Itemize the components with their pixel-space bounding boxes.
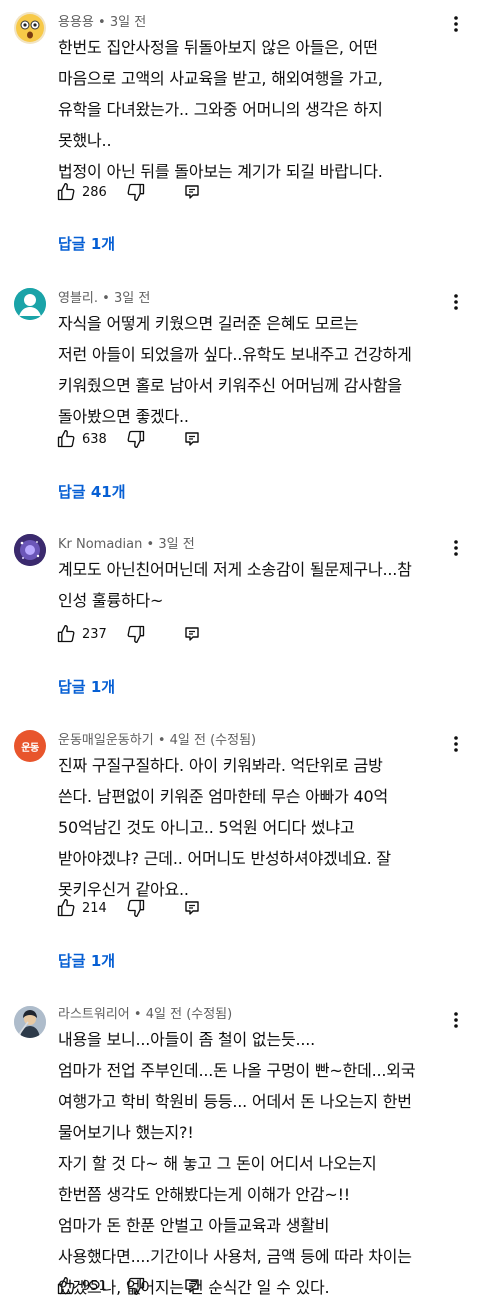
like-button[interactable]: 951 xyxy=(56,1276,120,1296)
thumbs-down-icon xyxy=(127,183,145,201)
comment-meta: 라스트워리어 • 4일 전 (수정됨) xyxy=(58,1006,232,1024)
galaxy-icon xyxy=(14,534,46,566)
comment-actions: 214 xyxy=(56,896,200,920)
timestamp: 4일 전 xyxy=(145,1007,183,1022)
like-count: 638 xyxy=(82,431,107,447)
thumbs-down-icon xyxy=(127,899,145,917)
like-button[interactable]: 214 xyxy=(56,898,120,918)
comment-actions: 286 xyxy=(56,180,200,204)
view-replies-link[interactable]: 답글 1개 xyxy=(58,234,115,254)
like-button[interactable]: 638 xyxy=(56,429,120,449)
comment-actions: 638 xyxy=(56,427,200,451)
reply-comment-icon xyxy=(185,901,199,915)
thumbs-down-icon xyxy=(127,430,145,448)
comment-meta: 운동매일운동하기 • 4일 전 (수정됨) xyxy=(58,732,256,750)
thumbs-down-icon xyxy=(127,1277,145,1295)
comment-text: 진짜 구질구질하다. 아이 키워봐라. 억단위로 금방 쓴다. 남편없이 키워준… xyxy=(58,756,391,899)
thumbs-up-icon xyxy=(57,430,75,448)
reply-comment-icon xyxy=(185,627,199,641)
like-count: 951 xyxy=(82,1278,107,1294)
separator: • xyxy=(157,733,170,748)
avatar-surprised-emoji-icon[interactable] xyxy=(14,12,46,44)
author-name[interactable]: 영블리. xyxy=(58,291,98,306)
comment-4: 운동 운동매일운동하기 • 4일 전 (수정됨) 진짜 구질구질하다. 아이 키… xyxy=(0,720,480,980)
comment-actions: 951 xyxy=(56,1274,200,1298)
reply-comment-icon xyxy=(185,432,199,446)
timestamp: 3일 전 xyxy=(158,537,195,552)
like-count: 237 xyxy=(82,626,107,642)
reply-button[interactable] xyxy=(184,626,200,642)
thumbs-down-icon xyxy=(127,625,145,643)
timestamp: 3일 전 xyxy=(109,15,147,30)
comment-1: 용용용 • 3일 전 한번도 집안사정을 뒤돌아보지 않은 아들은, 어떤 마음… xyxy=(0,0,480,270)
author-name[interactable]: 라스트워리어 xyxy=(58,1007,130,1022)
more-vertical-icon xyxy=(454,16,458,32)
separator: • xyxy=(98,15,110,30)
thumbs-up-icon xyxy=(57,899,75,917)
comment-meta: 용용용 • 3일 전 xyxy=(58,14,146,32)
reply-button[interactable] xyxy=(184,184,200,200)
like-count: 214 xyxy=(82,900,107,916)
comment-text: 내용을 보니...아들이 좀 철이 없는듯.... 엄마가 전업 주부인데...… xyxy=(58,1030,416,1297)
dislike-button[interactable] xyxy=(126,429,146,449)
dislike-button[interactable] xyxy=(126,182,146,202)
avatar-teal-person-icon[interactable] xyxy=(14,288,46,320)
like-button[interactable]: 237 xyxy=(56,624,120,644)
timestamp: 4일 전 xyxy=(169,733,206,748)
reply-button[interactable] xyxy=(184,431,200,447)
avatar-initials: 운동 xyxy=(21,742,39,754)
dislike-button[interactable] xyxy=(126,1276,146,1296)
orange-text-avatar[interactable]: 운동 xyxy=(14,730,46,762)
view-replies-link[interactable]: 답글 1개 xyxy=(58,951,115,971)
surprised-emoji-icon xyxy=(16,14,44,42)
avatar-galaxy-icon[interactable] xyxy=(14,534,46,566)
comment-2: 영블리. • 3일 전 자식을 어떻게 키웠으면 길러준 은혜도 모르는 저런 … xyxy=(0,278,480,508)
warrior-figure-icon xyxy=(14,1006,46,1038)
reply-button[interactable] xyxy=(184,1278,200,1294)
timestamp: 3일 전 xyxy=(113,291,151,306)
comment-3: Kr Nomadian • 3일 전 계모도 아닌친어머닌데 저게 소송감이 될… xyxy=(0,524,480,704)
author-name[interactable]: Kr Nomadian xyxy=(58,537,142,552)
comment-text: 자식을 어떻게 키웠으면 길러준 은혜도 모르는 저런 아들이 되었을까 싶다.… xyxy=(58,314,412,426)
view-replies-link[interactable]: 답글 41개 xyxy=(58,482,126,502)
thumbs-up-icon xyxy=(57,1277,75,1295)
like-count: 286 xyxy=(82,184,107,200)
reply-comment-icon xyxy=(185,1279,199,1293)
dislike-button[interactable] xyxy=(126,624,146,644)
teal-person-icon xyxy=(14,288,46,320)
separator: • xyxy=(102,291,114,306)
like-button[interactable]: 286 xyxy=(56,182,120,202)
reply-button[interactable] xyxy=(184,900,200,916)
thumbs-up-icon xyxy=(57,183,75,201)
view-replies-link[interactable]: 답글 1개 xyxy=(58,677,115,697)
edited-label: (수정됨) xyxy=(186,1007,233,1022)
comment-text: 한번도 집안사정을 뒤돌아보지 않은 아들은, 어떤 마음으로 고액의 사교육을… xyxy=(58,38,383,181)
comment-meta: Kr Nomadian • 3일 전 xyxy=(58,536,195,554)
dislike-button[interactable] xyxy=(126,898,146,918)
avatar-warrior-figure-icon[interactable] xyxy=(14,1006,46,1038)
reply-comment-icon xyxy=(185,185,199,199)
edited-label: (수정됨) xyxy=(210,733,257,748)
thumbs-up-icon xyxy=(57,625,75,643)
author-name[interactable]: 운동매일운동하기 xyxy=(58,733,154,748)
separator: • xyxy=(146,537,159,552)
separator: • xyxy=(133,1007,146,1022)
author-name[interactable]: 용용용 xyxy=(58,15,94,30)
comment-5: 라스트워리어 • 4일 전 (수정됨) 내용을 보니...아들이 좀 철이 없는… xyxy=(0,996,480,1315)
comment-actions: 237 xyxy=(56,622,200,646)
comment-text: 계모도 아닌친어머닌데 저게 소송감이 될문제구나...참 인성 훌륭하다~ xyxy=(58,560,412,610)
comment-meta: 영블리. • 3일 전 xyxy=(58,290,150,308)
